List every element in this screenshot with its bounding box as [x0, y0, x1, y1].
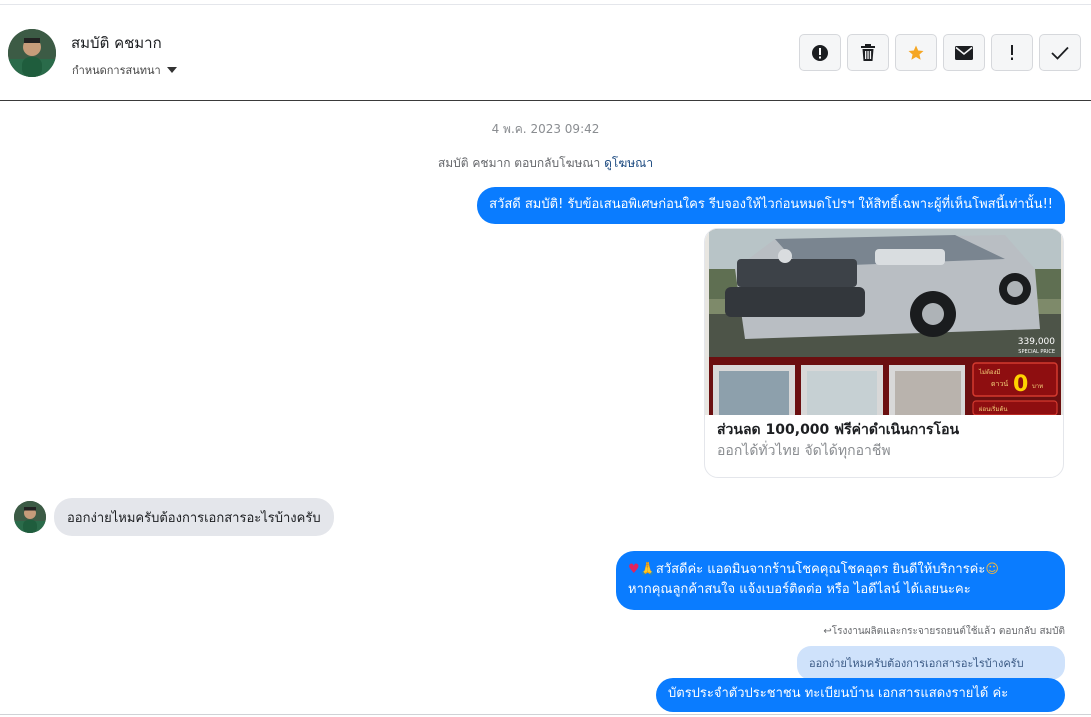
- mail-icon: [955, 45, 973, 60]
- view-ad-link[interactable]: ดูโฆษณา: [604, 156, 653, 170]
- reply-context-note: ↩โรงงานผลิตและกระจายรถยนต์ใช้แล้ว ตอบกลั…: [823, 624, 1065, 639]
- ad-subtitle: ออกได้ทั่วไทย จัดได้ทุกอาชีพ: [717, 443, 891, 459]
- star-button[interactable]: [895, 34, 937, 71]
- check-icon: [1051, 46, 1069, 60]
- follow-up-button[interactable]: [991, 34, 1033, 71]
- replied-to-ad-note: สมบัติ คชมาก ตอบกลับโฆษณา ดูโฆษณา: [0, 154, 1091, 173]
- outgoing-message[interactable]: สวัสดี สมบัติ! รับข้อเสนอพิเศษก่อนใคร รี…: [477, 187, 1065, 224]
- replied-ad-text: สมบัติ คชมาก ตอบกลับโฆษณา: [437, 156, 601, 170]
- mark-done-button[interactable]: [1039, 34, 1081, 71]
- smiling-face-icon: ☺: [985, 562, 999, 577]
- contact-name[interactable]: สมบัติ คชมาก: [71, 31, 162, 55]
- caret-down-icon: [166, 67, 177, 73]
- report-spam-button[interactable]: [799, 34, 841, 71]
- ad-title: ส่วนลด 100,000 ฟรีค่าดำเนินการโอน: [717, 422, 960, 438]
- mark-unread-button[interactable]: [943, 34, 985, 71]
- outgoing-message[interactable]: ♥🙏สวัสดีค่ะ แอดมินจากร้านโชคคุณโชคอุดร ย…: [616, 551, 1065, 610]
- sender-avatar[interactable]: [14, 501, 46, 533]
- trash-icon: [861, 44, 875, 61]
- incoming-message-row: ออกง่ายไหมครับต้องการเอกสารอะไรบ้างครับ: [14, 498, 334, 536]
- assign-label: กำหนดการสนทนา: [72, 64, 161, 77]
- reply-arrow-icon: ↩: [823, 626, 832, 637]
- conversation-header: สมบัติ คชมาก กำหนดการสนทนา: [0, 5, 1091, 101]
- message-text: สวัสดีค่ะ แอดมินจากร้านโชคคุณโชคอุดร ยิน…: [655, 562, 986, 577]
- ad-promo-down: ดาวน์: [991, 380, 1008, 388]
- ad-promo-zero: 0: [1013, 372, 1028, 397]
- delete-button[interactable]: [847, 34, 889, 71]
- ad-price: 339,000: [1018, 337, 1055, 347]
- praying-hands-icon: 🙏: [639, 562, 656, 577]
- exclamation-icon: [1011, 44, 1013, 60]
- report-icon: [812, 44, 828, 61]
- ad-image: 339,000 SPECIAL PRICE ไม่ต้องมี ดาวน์ 0 …: [705, 229, 1063, 415]
- star-icon: [908, 45, 924, 60]
- heart-icon: ♥: [628, 562, 640, 577]
- ad-card[interactable]: 339,000 SPECIAL PRICE ไม่ต้องมี ดาวน์ 0 …: [704, 228, 1064, 478]
- ad-promo-bottom: ผ่อนเริ่มต้น: [979, 405, 1007, 413]
- ad-promo-small: ไม่ต้องมี: [978, 368, 1000, 376]
- assign-conversation-dropdown[interactable]: กำหนดการสนทนา: [72, 61, 177, 79]
- reply-note-text: โรงงานผลิตและกระจายรถยนต์ใช้แล้ว ตอบกลับ…: [831, 626, 1065, 637]
- outgoing-message[interactable]: บัตรประจำตัวประชาชน ทะเบียนบ้าน เอกสารแส…: [656, 678, 1065, 712]
- contact-avatar[interactable]: [8, 29, 56, 77]
- message-line: ♥🙏สวัสดีค่ะ แอดมินจากร้านโชคคุณโชคอุดร ย…: [628, 560, 1053, 580]
- header-actions: [799, 34, 1081, 71]
- message-line-2: หากคุณลูกค้าสนใจ แจ้งเบอร์ติดต่อ หรือ ไอ…: [628, 582, 971, 597]
- ad-price-sub: SPECIAL PRICE: [1018, 349, 1055, 355]
- message-timestamp: 4 พ.ค. 2023 09:42: [491, 122, 600, 136]
- ad-promo-unit: บาท: [1032, 383, 1043, 390]
- quoted-message[interactable]: ออกง่ายไหมครับต้องการเอกสารอะไรบ้างครับ: [797, 646, 1065, 680]
- incoming-message[interactable]: ออกง่ายไหมครับต้องการเอกสารอะไรบ้างครับ: [54, 498, 334, 536]
- bottom-divider: [0, 714, 1091, 715]
- message-thread: 4 พ.ค. 2023 09:42 สมบัติ คชมาก ตอบกลับโฆ…: [0, 101, 1091, 717]
